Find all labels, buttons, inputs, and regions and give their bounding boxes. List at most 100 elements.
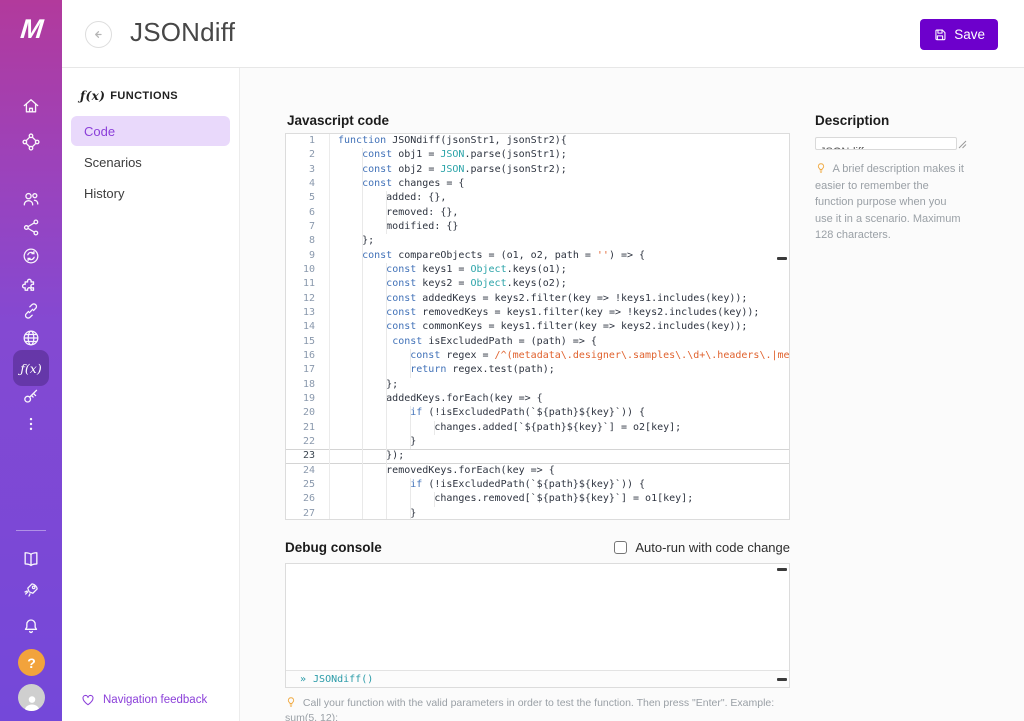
indent-guide <box>362 392 363 406</box>
line-number[interactable]: 9 <box>286 249 330 263</box>
line-number[interactable]: 15 <box>286 335 330 349</box>
home-icon[interactable] <box>20 95 42 117</box>
link-icon[interactable] <box>20 300 42 322</box>
make-logo[interactable]: M <box>13 12 51 46</box>
line-number[interactable]: 25 <box>286 478 330 492</box>
scenarios-nodes-icon[interactable] <box>20 131 42 153</box>
line-number[interactable]: 2 <box>286 148 330 162</box>
code-line[interactable]: 8 }; <box>286 234 789 248</box>
code-editor[interactable]: 1function JSONdiff(jsonStr1, jsonStr2){2… <box>285 133 790 520</box>
autorun-checkbox[interactable] <box>614 541 627 554</box>
indent-guide <box>386 421 387 435</box>
code-line[interactable]: 3 const obj2 = JSON.parse(jsonStr2); <box>286 163 789 177</box>
line-number[interactable]: 11 <box>286 277 330 291</box>
line-number[interactable]: 16 <box>286 349 330 363</box>
debug-console-input[interactable]: » JSONdiff() <box>286 670 789 687</box>
help-icon[interactable]: ? <box>18 649 45 676</box>
users-icon[interactable] <box>20 188 42 210</box>
rocket-icon[interactable] <box>20 579 42 601</box>
line-number[interactable]: 8 <box>286 234 330 248</box>
indent-guide <box>362 507 363 520</box>
line-number[interactable]: 6 <box>286 206 330 220</box>
line-number[interactable]: 20 <box>286 406 330 420</box>
line-number[interactable]: 19 <box>286 392 330 406</box>
code-line[interactable]: 12 const addedKeys = keys2.filter(key =>… <box>286 292 789 306</box>
code-line[interactable]: 7 modified: {} <box>286 220 789 234</box>
line-number[interactable]: 21 <box>286 421 330 435</box>
save-button[interactable]: Save <box>920 19 998 50</box>
code-line[interactable]: 25 if (!isExcludedPath(`${path}${key}`))… <box>286 478 789 492</box>
line-number[interactable]: 14 <box>286 320 330 334</box>
bell-icon[interactable] <box>20 615 42 637</box>
code-line[interactable]: 21 changes.added[`${path}${key}`] = o2[k… <box>286 421 789 435</box>
share-icon[interactable] <box>20 216 42 238</box>
line-number[interactable]: 17 <box>286 363 330 377</box>
code-line[interactable]: 26 changes.removed[`${path}${key}`] = o1… <box>286 492 789 506</box>
code-line[interactable]: 18 }; <box>286 378 789 392</box>
console-hint: Call your function with the valid parame… <box>285 696 790 721</box>
line-number[interactable]: 18 <box>286 378 330 392</box>
line-number[interactable]: 12 <box>286 292 330 306</box>
scrollbar-thumb[interactable] <box>777 678 787 681</box>
more-dots-icon[interactable] <box>20 413 42 435</box>
resize-grip-icon[interactable] <box>958 140 967 149</box>
code-line[interactable]: 19 addedKeys.forEach(key => { <box>286 392 789 406</box>
line-number[interactable]: 5 <box>286 191 330 205</box>
line-number[interactable]: 4 <box>286 177 330 191</box>
line-number[interactable]: 27 <box>286 507 330 520</box>
back-button[interactable] <box>85 21 112 48</box>
code-line[interactable]: 11 const keys2 = Object.keys(o2); <box>286 277 789 291</box>
code-line[interactable]: 27 } <box>286 507 789 520</box>
line-number[interactable]: 7 <box>286 220 330 234</box>
code-line[interactable]: 6 removed: {}, <box>286 206 789 220</box>
code-line[interactable]: 4 const changes = { <box>286 177 789 191</box>
code-line[interactable]: 9 const compareObjects = (o1, o2, path =… <box>286 249 789 263</box>
code-line[interactable]: 13 const removedKeys = keys1.filter(key … <box>286 306 789 320</box>
indent-guide <box>362 191 363 205</box>
code-line[interactable]: 16 const regex = /^(metadata\.designer\.… <box>286 349 789 363</box>
scrollbar-thumb[interactable] <box>777 257 787 260</box>
line-number[interactable]: 22 <box>286 435 330 449</box>
autorun-toggle[interactable]: Auto-run with code change <box>614 540 790 555</box>
code-line[interactable]: 1function JSONdiff(jsonStr1, jsonStr2){ <box>286 134 789 148</box>
line-number[interactable]: 10 <box>286 263 330 277</box>
code-line[interactable]: 10 const keys1 = Object.keys(o1); <box>286 263 789 277</box>
code-line[interactable]: 5 added: {}, <box>286 191 789 205</box>
navigation-feedback-link[interactable]: Navigation feedback <box>81 693 207 706</box>
line-number[interactable]: 23 <box>286 449 330 463</box>
line-number[interactable]: 1 <box>286 134 330 148</box>
globe-icon[interactable] <box>20 327 42 349</box>
indent-guide <box>410 421 411 435</box>
description-input[interactable]: JSONdiff <box>815 137 957 150</box>
line-number[interactable]: 13 <box>286 306 330 320</box>
code-line[interactable]: 15 const isExcludedPath = (path) => { <box>286 335 789 349</box>
avatar[interactable] <box>18 684 45 711</box>
code-text: added: {}, <box>330 191 446 205</box>
indent-guide <box>362 492 363 506</box>
nav-item-scenarios[interactable]: Scenarios <box>71 147 230 177</box>
indent-guide <box>386 206 387 220</box>
code-line[interactable]: 14 const commonKeys = keys1.filter(key =… <box>286 320 789 334</box>
code-line[interactable]: 24 removedKeys.forEach(key => { <box>286 464 789 478</box>
debug-console: » JSONdiff() <box>285 563 790 688</box>
nav-item-label: History <box>84 186 124 201</box>
key-icon[interactable] <box>20 385 42 407</box>
line-number[interactable]: 24 <box>286 464 330 478</box>
scrollbar-thumb[interactable] <box>777 568 787 571</box>
functions-icon-active[interactable]: ƒ(x) <box>13 350 49 386</box>
puzzle-icon[interactable] <box>20 273 42 295</box>
code-line[interactable]: 20 if (!isExcludedPath(`${path}${key}`))… <box>286 406 789 420</box>
code-line[interactable]: 23 }); <box>286 449 789 463</box>
book-icon[interactable] <box>20 548 42 570</box>
nav-item-history[interactable]: History <box>71 178 230 208</box>
line-number[interactable]: 26 <box>286 492 330 506</box>
sync-circle-icon[interactable] <box>20 245 42 267</box>
code-line[interactable]: 17 return regex.test(path); <box>286 363 789 377</box>
code-line[interactable]: 22 } <box>286 435 789 449</box>
debug-console-output[interactable] <box>286 564 789 670</box>
functions-section-label: FUNCTIONS <box>110 90 178 102</box>
line-number[interactable]: 3 <box>286 163 330 177</box>
navigation-feedback-label: Navigation feedback <box>103 694 207 706</box>
nav-item-code[interactable]: Code <box>71 116 230 146</box>
code-line[interactable]: 2 const obj1 = JSON.parse(jsonStr1); <box>286 148 789 162</box>
